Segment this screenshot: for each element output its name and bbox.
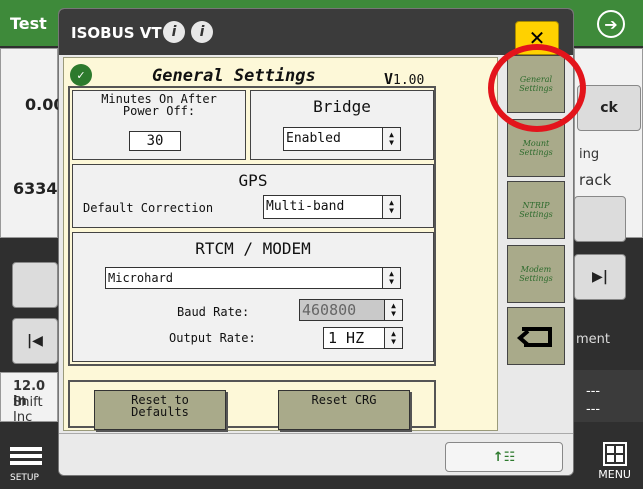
return-arrow-icon: [516, 327, 552, 347]
output-rate-label: Output Rate:: [169, 331, 256, 345]
setup-button[interactable]: SETUP: [10, 447, 42, 483]
updown-icon: ▲ ▼: [382, 196, 400, 218]
left-bottom-panel: 12.0 in Shift Inc: [0, 372, 58, 425]
rtcm-modem-group: RTCM / MODEM Microhard ▲ ▼ Baud Rate: 460…: [72, 232, 434, 362]
updown-icon: ▲ ▼: [384, 300, 402, 320]
bridge-select-value: Enabled: [286, 131, 341, 146]
right-sub-label: ment: [576, 332, 610, 347]
softkey-toggle-icon: ↑☷: [492, 449, 516, 465]
settings-page: ✓ General Settings V1.00 Minutes On Afte…: [63, 57, 498, 431]
nav-modem-settings-label: Modem Settings: [519, 265, 553, 283]
info-icon[interactable]: i: [163, 21, 185, 43]
modem-select[interactable]: Microhard ▲ ▼: [105, 267, 401, 289]
left-panel: 0.00 6334.: [0, 48, 64, 238]
bridge-select[interactable]: Enabled ▲ ▼: [283, 127, 401, 151]
correction-select[interactable]: Multi-band ▲ ▼: [263, 195, 401, 219]
minutes-group: Minutes On After Power Off: 30: [72, 90, 246, 160]
nav-ntrip-settings[interactable]: NTRIP Settings: [507, 181, 565, 239]
nav-ntrip-settings-label: NTRIP Settings: [519, 201, 553, 219]
reset-defaults-line2: Defaults: [131, 405, 189, 419]
reset-defaults-button[interactable]: Reset to Defaults: [94, 390, 226, 430]
correction-label: Default Correction: [83, 201, 214, 215]
back-button[interactable]: [507, 307, 565, 365]
app-title: Test: [10, 14, 47, 33]
output-rate-select[interactable]: 1 HZ ▲ ▼: [323, 327, 403, 349]
bridge-label: Bridge: [313, 97, 371, 116]
track-button-label: ck: [600, 100, 618, 116]
skip-back-icon[interactable]: |◀: [12, 318, 58, 364]
rtcm-label: RTCM / MODEM: [195, 239, 311, 258]
dialog-title: ISOBUS VT: [71, 24, 162, 42]
menu-button[interactable]: MENU: [598, 442, 631, 481]
skip-forward-icon[interactable]: ▶|: [574, 254, 626, 300]
dialog-header: ISOBUS VT i i ✕: [59, 9, 573, 55]
highlight-circle-annotation: [488, 44, 586, 132]
bg-right-button-1[interactable]: [574, 196, 626, 242]
gps-group: GPS Default Correction Multi-band ▲ ▼: [72, 164, 434, 228]
dialog-footer: ↑☷: [59, 433, 573, 475]
nav-modem-settings[interactable]: Modem Settings: [507, 245, 565, 303]
setup-icon: [10, 447, 42, 471]
right-bottom-panel: --- ---: [574, 370, 643, 422]
reset-crg-button[interactable]: Reset CRG: [278, 390, 410, 430]
track-sub-2: rack: [579, 171, 612, 189]
menu-grid-icon: [602, 442, 627, 466]
gps-label: GPS: [238, 171, 268, 190]
minutes-input[interactable]: 30: [129, 131, 181, 151]
softkey-toggle-button[interactable]: ↑☷: [445, 442, 563, 472]
dash-1: ---: [586, 384, 601, 399]
dash-2: ---: [586, 402, 601, 417]
baud-rate-value: 460800: [302, 301, 357, 319]
updown-icon: ▲ ▼: [382, 268, 400, 288]
bridge-group: Bridge Enabled ▲ ▼: [250, 90, 434, 160]
correction-select-value: Multi-band: [266, 199, 345, 214]
minutes-label-line2: Power Off:: [122, 104, 196, 118]
updown-icon: ▲ ▼: [382, 128, 400, 150]
setup-label: SETUP: [10, 473, 39, 483]
reset-area: Reset to Defaults Reset CRG: [68, 380, 436, 430]
settings-container: Minutes On After Power Off: 30 Bridge En…: [68, 86, 436, 366]
modem-select-value: Microhard: [108, 271, 174, 285]
menu-label: MENU: [598, 468, 631, 481]
minutes-label: Minutes On After Power Off:: [73, 93, 245, 117]
bg-left-button[interactable]: [12, 262, 58, 308]
info-icon-2[interactable]: i: [191, 21, 213, 43]
nav-mount-settings-label: Mount Settings: [519, 139, 553, 157]
receiver-logo-icon: ✓: [70, 64, 92, 86]
track-sub-1: ing: [579, 147, 600, 162]
updown-icon: ▲ ▼: [384, 328, 402, 348]
offset-label: Shift Inc: [13, 395, 43, 425]
next-arrow-icon[interactable]: ➔: [597, 10, 625, 38]
baud-rate-select[interactable]: 460800 ▲ ▼: [299, 299, 403, 321]
left-value-2: 6334.: [13, 179, 64, 198]
output-rate-value: 1 HZ: [328, 329, 365, 347]
track-button[interactable]: ck: [577, 85, 641, 131]
baud-rate-label: Baud Rate:: [177, 305, 250, 319]
page-title: General Settings: [152, 66, 316, 86]
